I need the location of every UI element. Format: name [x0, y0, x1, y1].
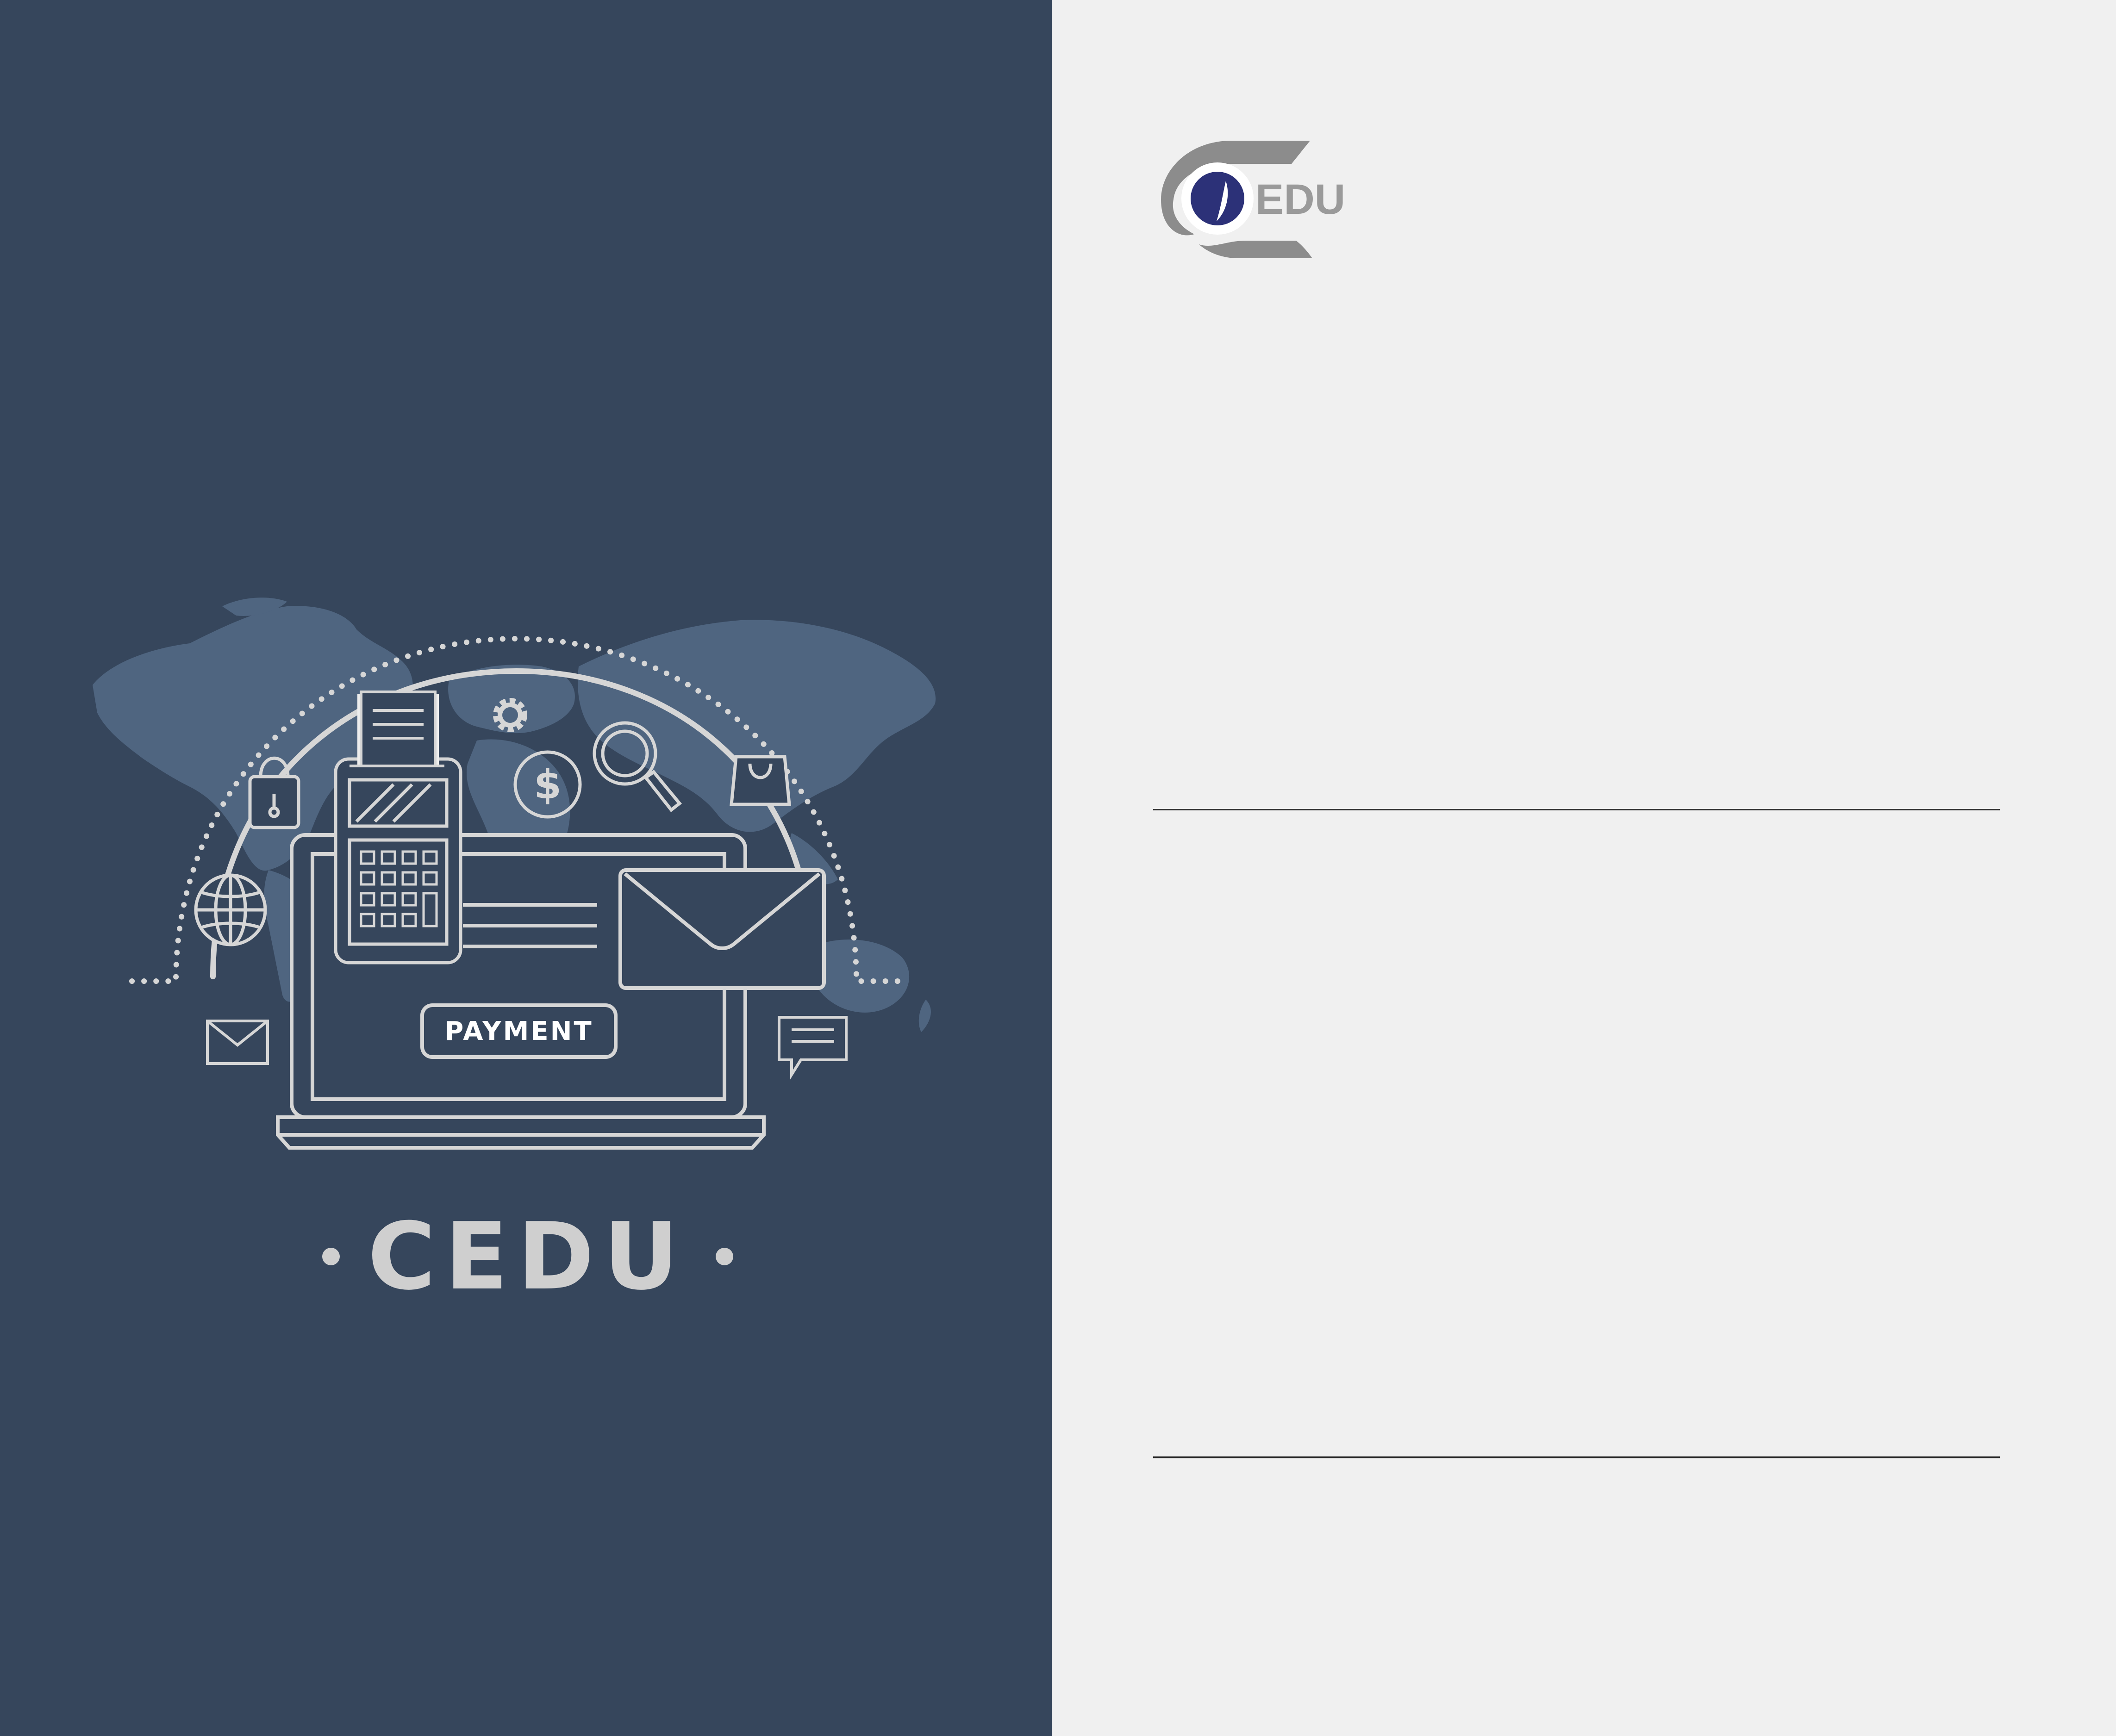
brand-title-block: CEDU	[296, 1203, 759, 1311]
payment-illustration: $	[93, 597, 936, 1150]
brand-title: CEDU	[368, 1202, 688, 1311]
left-panel: $ PAYMENT CEDU	[0, 0, 1052, 1736]
brand-dot-left	[322, 1248, 340, 1265]
envelope-icon	[618, 868, 826, 990]
page: $ PAYMENT CEDU EDU	[0, 0, 2116, 1736]
shopping-bag-icon	[730, 755, 791, 806]
globe-icon	[194, 873, 267, 946]
divider-line-top	[1153, 809, 2000, 810]
pos-terminal-icon	[334, 757, 462, 964]
receipt-icon	[350, 691, 444, 767]
svg-text:$: $	[534, 762, 562, 808]
chat-bubble-icon	[778, 1016, 848, 1080]
small-envelope-icon	[206, 1020, 269, 1065]
brand-dot-right	[715, 1248, 733, 1265]
divider-line-bottom	[1153, 1456, 2000, 1458]
logo-text: EDU	[1255, 176, 1346, 223]
payment-button-label: PAYMENT	[444, 1016, 593, 1046]
